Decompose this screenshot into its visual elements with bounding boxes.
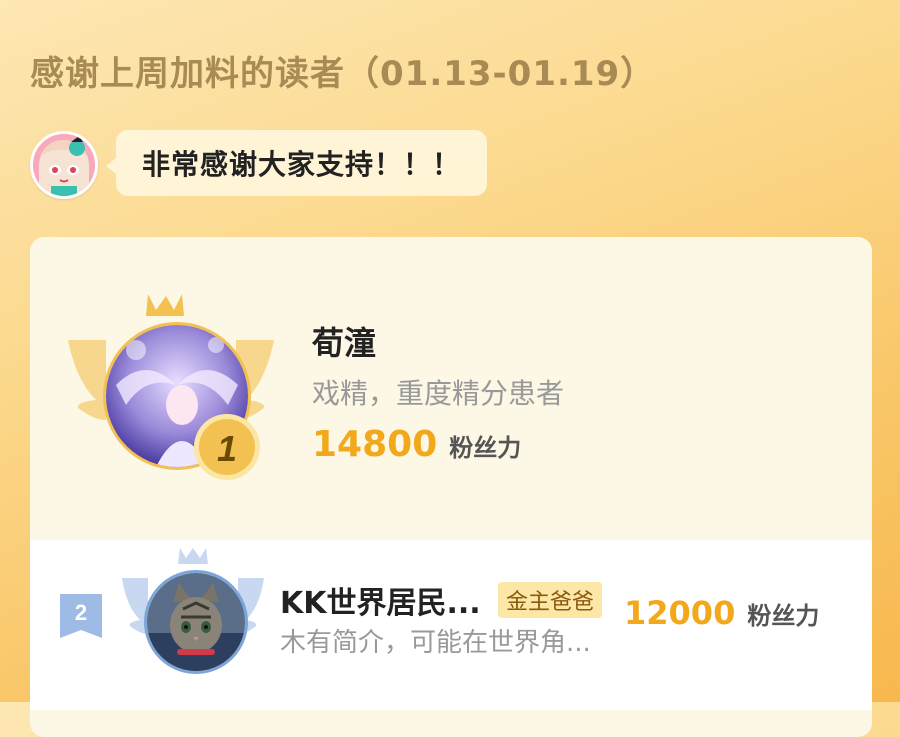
anime-girl-avatar-icon (33, 134, 95, 196)
rank1-name[interactable]: 荀潼 (312, 318, 376, 364)
rank1-number: 1 (217, 428, 237, 469)
rank2-number: 2 (75, 600, 87, 625)
rank2-score-label: 粉丝力 (747, 602, 820, 630)
rank2-badge-icon: 2 (60, 594, 102, 638)
rank1-bio: 戏精，重度精分患者 (312, 377, 565, 410)
rank1-score-value: 14800 (312, 424, 438, 465)
rank1-score: 14800 粉丝力 (312, 424, 521, 465)
rank1-gold-medal-icon: 1 (194, 414, 260, 480)
rank1-score-label: 粉丝力 (449, 434, 522, 462)
host-avatar[interactable] (30, 131, 98, 199)
rank2-bio: 木有简介，可能在世界角... (280, 628, 591, 658)
rank2-name[interactable]: KK世界居民... (280, 578, 481, 622)
host-message: 非常感谢大家支持！！！ (105, 130, 488, 196)
rank2-score-value: 12000 (624, 594, 736, 632)
page-title: 感谢上周加料的读者（01.13-01.19） (30, 54, 656, 94)
rank2-score: 12000 粉丝力 (624, 594, 819, 632)
rank2-tag-badge: 金主爸爸 (498, 582, 603, 618)
rank2-avatar[interactable] (144, 570, 248, 674)
host-message-text: 非常感谢大家支持！！！ (142, 148, 462, 181)
cat-avatar-icon (147, 573, 245, 671)
